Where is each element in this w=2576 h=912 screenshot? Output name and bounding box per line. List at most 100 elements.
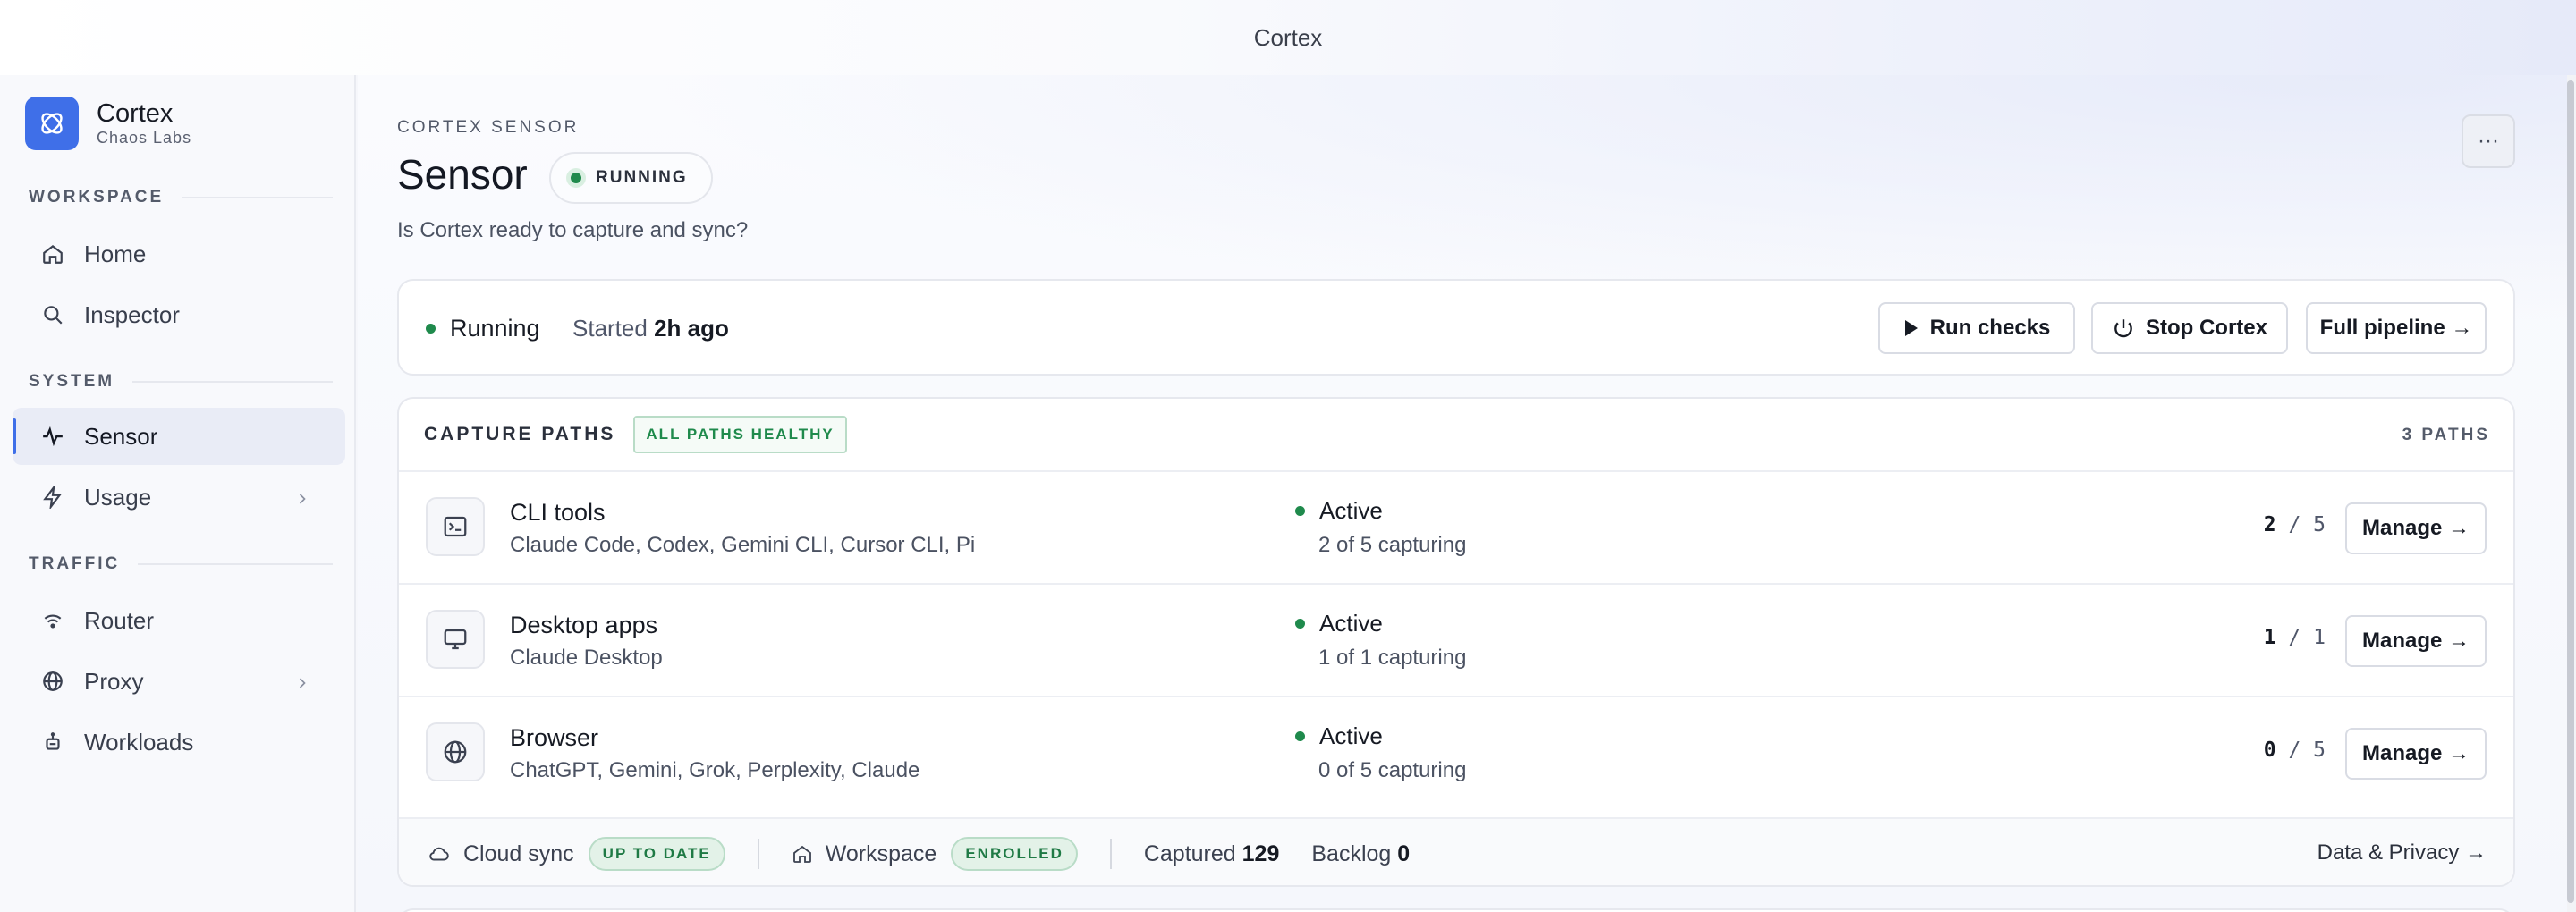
cloud-sync-label: Cloud sync bbox=[463, 840, 574, 866]
path-name: Browser bbox=[510, 724, 599, 751]
backlog-label: Backlog bbox=[1311, 840, 1392, 866]
backlog-value: 0 bbox=[1397, 840, 1411, 866]
path-ratio-active: 0 bbox=[2263, 739, 2276, 762]
status-badge: RUNNING bbox=[549, 152, 713, 204]
path-state-label: Active bbox=[1319, 610, 1383, 637]
run-checks-button[interactable]: Run checks bbox=[1878, 302, 2075, 354]
path-capturing: 2 of 5 capturing bbox=[1318, 533, 1467, 557]
nav-section-workspace: WORKSPACE bbox=[29, 188, 333, 207]
next-card bbox=[397, 908, 2515, 912]
more-icon: ··· bbox=[2478, 129, 2499, 153]
run-state-label: Running bbox=[450, 315, 540, 342]
manage-button[interactable]: Manage → bbox=[2345, 615, 2487, 667]
capture-paths-title: CAPTURE PATHS bbox=[424, 424, 616, 444]
chevron-right-icon[interactable] bbox=[293, 671, 311, 698]
active-dot-icon bbox=[1295, 731, 1305, 741]
nav-section-label: SYSTEM bbox=[29, 372, 115, 391]
sensor-status-card: Running Started 2h ago Run checks Stop C… bbox=[397, 279, 2515, 376]
sidebar-item-proxy[interactable]: Proxy bbox=[13, 653, 345, 710]
nav-section-system: SYSTEM bbox=[29, 372, 333, 392]
status-badge-label: RUNNING bbox=[596, 168, 688, 187]
path-ratio-total: / 5 bbox=[2288, 739, 2326, 762]
sidebar-item-label: Proxy bbox=[84, 667, 144, 695]
sidebar-item-router[interactable]: Router bbox=[13, 592, 345, 649]
status-dot-icon bbox=[571, 173, 581, 183]
run-checks-label: Run checks bbox=[1929, 316, 2051, 340]
home-icon bbox=[792, 843, 813, 865]
capture-footer: Cloud sync UP TO DATE Workspace ENROLLED… bbox=[399, 817, 2513, 885]
path-desc: Claude Code, Codex, Gemini CLI, Cursor C… bbox=[510, 533, 976, 557]
sidebar: Cortex Chaos Labs WORKSPACE Home Inspect… bbox=[0, 75, 356, 912]
sidebar-item-label: Usage bbox=[84, 483, 152, 511]
monitor-icon bbox=[426, 610, 485, 669]
sidebar-item-label: Sensor bbox=[84, 422, 158, 450]
path-state: Active bbox=[1295, 610, 1383, 638]
sidebar-item-home[interactable]: Home bbox=[13, 225, 345, 283]
sidebar-item-label: Workloads bbox=[84, 728, 194, 756]
path-ratio-active: 1 bbox=[2263, 626, 2276, 649]
path-name: Desktop apps bbox=[510, 612, 658, 638]
nav-section-label: WORKSPACE bbox=[29, 188, 165, 207]
path-ratio-active: 2 bbox=[2263, 513, 2276, 536]
sidebar-item-usage[interactable]: Usage bbox=[13, 469, 345, 526]
window-title: Cortex bbox=[1253, 23, 1323, 51]
activity-icon bbox=[39, 423, 66, 450]
brand-name: Cortex bbox=[97, 99, 174, 128]
page-subtitle: Is Cortex ready to capture and sync? bbox=[397, 218, 749, 242]
started-time: Started 2h ago bbox=[572, 315, 729, 342]
path-ratio: 2 / 5 bbox=[2264, 513, 2326, 536]
brand-org: Chaos Labs bbox=[97, 129, 192, 147]
active-dot-icon bbox=[1295, 619, 1305, 629]
started-value: 2h ago bbox=[654, 315, 729, 342]
path-state: Active bbox=[1295, 497, 1383, 525]
running-dot-icon bbox=[426, 324, 436, 334]
sidebar-item-sensor[interactable]: Sensor bbox=[13, 408, 345, 465]
path-desc: ChatGPT, Gemini, Grok, Perplexity, Claud… bbox=[510, 758, 920, 782]
full-pipeline-button[interactable]: Full pipeline → bbox=[2306, 302, 2487, 354]
sidebar-item-inspector[interactable]: Inspector bbox=[13, 286, 345, 343]
sidebar-item-workloads[interactable]: Workloads bbox=[13, 714, 345, 771]
brand[interactable]: Cortex Chaos Labs bbox=[25, 97, 191, 150]
data-privacy-link[interactable]: Data & Privacy → bbox=[2318, 840, 2487, 866]
path-ratio: 0 / 5 bbox=[2264, 739, 2326, 762]
manage-button[interactable]: Manage → bbox=[2345, 502, 2487, 554]
page-kicker: CORTEX SENSOR bbox=[397, 118, 580, 137]
globe-icon bbox=[426, 722, 485, 781]
globe-icon bbox=[39, 668, 66, 695]
sidebar-item-label: Home bbox=[84, 240, 147, 267]
terminal-icon bbox=[426, 497, 485, 556]
stop-cortex-label: Stop Cortex bbox=[2145, 316, 2267, 340]
manage-label: Manage → bbox=[2361, 741, 2470, 765]
chevron-right-icon[interactable] bbox=[293, 486, 311, 514]
path-state: Active bbox=[1295, 722, 1383, 750]
full-pipeline-label: Full pipeline → bbox=[2319, 316, 2473, 340]
power-icon bbox=[2112, 317, 2135, 340]
captured-label: Captured bbox=[1143, 840, 1236, 866]
page-title: Sensor bbox=[397, 151, 528, 198]
home-icon bbox=[39, 241, 66, 267]
nav-section-traffic: TRAFFIC bbox=[29, 554, 333, 574]
workspace-label: Workspace bbox=[825, 840, 937, 866]
run-state: Running bbox=[426, 315, 540, 342]
bolt-icon bbox=[39, 484, 66, 511]
manage-button[interactable]: Manage → bbox=[2345, 728, 2487, 780]
capture-path-row-browser: Browser ChatGPT, Gemini, Grok, Perplexit… bbox=[399, 696, 2513, 808]
main-content: CORTEX SENSOR Sensor RUNNING Is Cortex r… bbox=[358, 75, 2567, 912]
path-capturing: 0 of 5 capturing bbox=[1318, 758, 1467, 782]
paths-count: 3 PATHS bbox=[2402, 426, 2490, 444]
cloud-sync-badge: UP TO DATE bbox=[588, 837, 725, 871]
nav-section-label: TRAFFIC bbox=[29, 554, 121, 573]
health-badge: ALL PATHS HEALTHY bbox=[633, 416, 847, 453]
path-desc: Claude Desktop bbox=[510, 646, 663, 670]
cloud-icon bbox=[428, 842, 451, 866]
stop-cortex-button[interactable]: Stop Cortex bbox=[2091, 302, 2288, 354]
more-options-button[interactable]: ··· bbox=[2462, 114, 2515, 168]
active-dot-icon bbox=[1295, 506, 1305, 516]
path-ratio-total: / 1 bbox=[2288, 626, 2326, 649]
path-ratio-total: / 5 bbox=[2288, 513, 2326, 536]
search-icon bbox=[39, 301, 66, 328]
robot-icon bbox=[39, 729, 66, 756]
sidebar-item-label: Inspector bbox=[84, 300, 180, 328]
started-label: Started bbox=[572, 315, 648, 342]
scrollbar-thumb[interactable] bbox=[2567, 80, 2574, 903]
